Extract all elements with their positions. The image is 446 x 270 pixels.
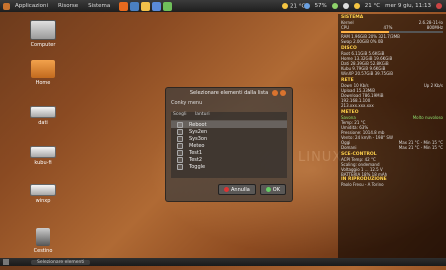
sun-icon: [353, 3, 360, 9]
dialog-buttons: Annulla OK: [218, 184, 286, 195]
desktop-icon-trash[interactable]: Cestino: [23, 228, 63, 254]
menu-applications[interactable]: Applicazioni: [10, 3, 53, 9]
desktop-icon-computer[interactable]: Computer: [23, 20, 63, 48]
minimize-icon[interactable]: [272, 90, 278, 96]
column-header-choose[interactable]: Scegli: [171, 112, 189, 120]
show-desktop-icon[interactable]: [3, 259, 9, 265]
wallpaper-linux-text: LINUX: [298, 150, 343, 165]
conky-footer: SCE-CONTROL ACPI Temp: 42 °C Scaling: on…: [338, 151, 446, 188]
desktop-icon-home[interactable]: Home: [23, 60, 63, 86]
network-icon[interactable]: [303, 3, 310, 9]
home-folder-icon: [31, 60, 55, 78]
top-panel: Applicazioni Risorse Sistema 21 °C 57% 2…: [0, 0, 446, 12]
launcher-icons: [119, 1, 173, 11]
list-item[interactable]: Reboot: [171, 121, 287, 128]
weather-left[interactable]: 21 °C: [282, 2, 305, 9]
checkbox[interactable]: [177, 128, 183, 135]
net-up: Up 2 Kb/s: [423, 83, 443, 88]
dialog-menu-label: Conky menu: [171, 100, 203, 106]
checkbox[interactable]: [177, 156, 183, 163]
now-playing-track: Paolo Fresu - A Torino: [341, 182, 384, 187]
swap-line: Swap 2.00GiB 0% 0B: [341, 39, 384, 44]
checkbox[interactable]: [177, 142, 183, 149]
selection-list[interactable]: Scegli lanturi Reboot Sys2en Sys3on Mete…: [171, 112, 287, 178]
people-icon[interactable]: [130, 1, 140, 11]
cpu-freq: 800MHz: [426, 25, 443, 30]
battery-percent[interactable]: 57%: [315, 3, 327, 9]
mail-icon[interactable]: [331, 3, 338, 9]
clock[interactable]: mer 9 giu, 11:13: [385, 3, 431, 9]
computer-icon: [30, 20, 56, 40]
cancel-icon: [224, 187, 229, 192]
conky-monitor: SISTEMA Kernel 2.6.28-11-lo CPU 47% 800MHz …: [338, 14, 446, 260]
music-icon[interactable]: [141, 1, 151, 11]
list-item[interactable]: Toggle: [171, 163, 287, 170]
conky-system: SISTEMA Kernel 2.6.28-11-lo CPU 47% 800MHz …: [338, 14, 446, 45]
desktop-icon-kubu[interactable]: kubu-fi: [23, 140, 63, 166]
list-item[interactable]: Meteo: [171, 142, 287, 149]
drive-icon: [30, 106, 56, 118]
firefox-icon[interactable]: [119, 1, 129, 11]
checkbox[interactable]: [177, 149, 183, 156]
list-header: Scegli lanturi: [171, 112, 287, 121]
column-header-items[interactable]: lanturi: [195, 112, 210, 120]
sun-icon: [282, 2, 289, 9]
cancel-button[interactable]: Annulla: [218, 184, 256, 195]
desktop-icon-winxp[interactable]: winxp: [23, 178, 63, 204]
email-icon[interactable]: [152, 1, 162, 11]
dialog-title: Selezionare elementi dalla lista: [189, 90, 269, 96]
weather-right[interactable]: 21 °C: [365, 3, 380, 9]
list-item[interactable]: Test1: [171, 149, 287, 156]
check-icon: [265, 187, 271, 192]
applications-icon[interactable]: [3, 2, 10, 10]
meteo-condition: Molto nuvoloso: [412, 115, 443, 120]
close-icon[interactable]: [280, 90, 286, 96]
cpu-value: 47%: [383, 25, 393, 30]
conky-meteo: METEO Savona Molto nuvoloso Temp: 21 °C U…: [338, 109, 446, 151]
trash-icon: [36, 228, 50, 246]
forecast-day2-temp: Max 21 °C - Min 15 °C: [398, 145, 443, 150]
volume-icon[interactable]: [342, 3, 349, 9]
cpu-label: CPU: [341, 25, 350, 30]
menu-places[interactable]: Risorse: [53, 3, 83, 9]
menu-system[interactable]: Sistema: [83, 3, 115, 9]
disk-row: WinXP 20.57GiB 39.75GiB: [341, 71, 394, 76]
chat-icon[interactable]: [163, 1, 173, 11]
conky-disk: DISCO Root 6.11GiB 5.6KGiB Home 13.32GiB…: [338, 45, 446, 77]
desktop-icon-dati[interactable]: dati: [23, 100, 63, 126]
checkbox[interactable]: [177, 135, 183, 142]
drive-icon: [30, 184, 56, 196]
shutdown-icon[interactable]: [436, 3, 442, 9]
list-item[interactable]: Test2: [171, 156, 287, 163]
forecast-day2: Domani: [341, 145, 357, 150]
checkbox[interactable]: [177, 163, 183, 170]
system-tray: 57% 21 °C mer 9 giu, 11:13: [303, 0, 442, 12]
checkbox[interactable]: [177, 121, 183, 128]
cpu-bar: [341, 31, 443, 33]
bottom-panel: Selezionare elementi: [0, 258, 446, 266]
net-ip-ext: 213.xxx.xxx.xxx: [341, 103, 374, 108]
select-dialog: Selezionare elementi dalla lista Conky m…: [165, 87, 293, 202]
list-item[interactable]: Sys2en: [171, 128, 287, 135]
ok-button[interactable]: OK: [259, 184, 286, 195]
taskbar-item[interactable]: Selezionare elementi: [31, 259, 91, 265]
list-item[interactable]: Sys3on: [171, 135, 287, 142]
dialog-titlebar[interactable]: Selezionare elementi dalla lista: [166, 88, 292, 98]
drive-icon: [30, 146, 56, 158]
conky-net: RETE Down 10 Kb/s Up 2 Kb/s Upload 15.33M…: [338, 77, 446, 109]
